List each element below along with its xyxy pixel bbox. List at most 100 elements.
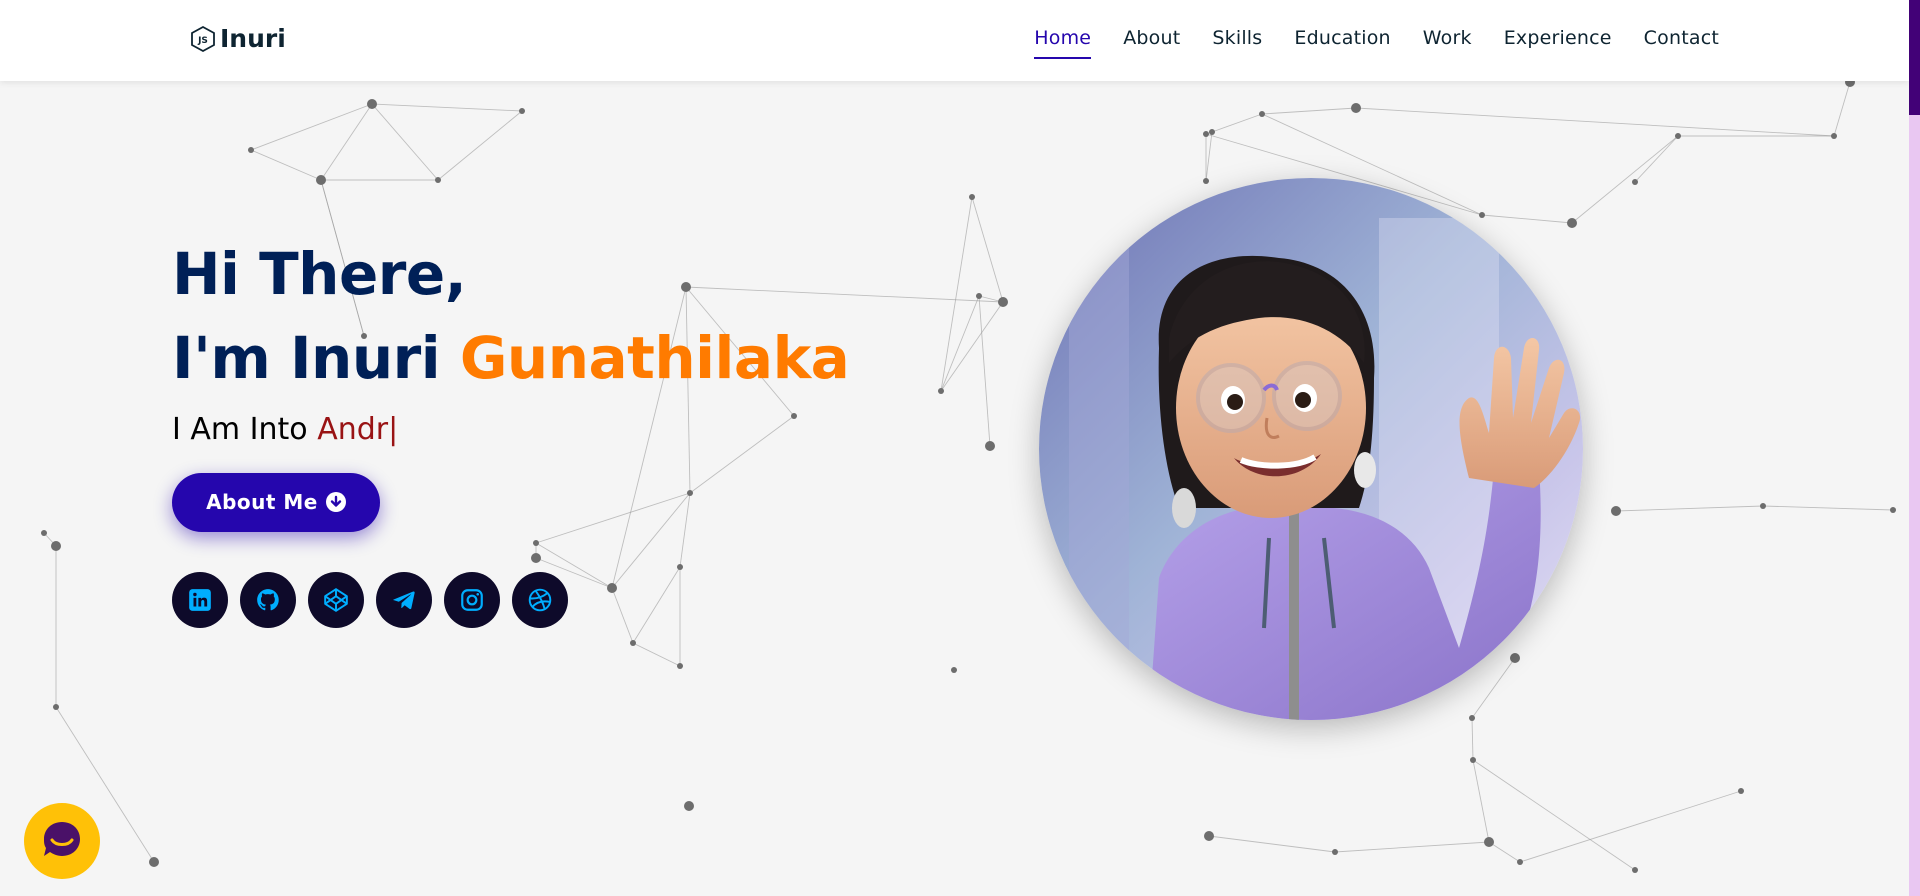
network-node [1209, 129, 1215, 135]
network-link [437, 110, 523, 181]
nav-about[interactable]: About [1123, 27, 1180, 57]
brand-name: Inuri [220, 24, 286, 53]
about-me-button[interactable]: About Me [172, 472, 380, 532]
nav-skills[interactable]: Skills [1212, 27, 1262, 57]
network-link [1615, 505, 1764, 512]
profile-avatar [1039, 178, 1583, 720]
network-link [632, 642, 681, 667]
about-me-label: About Me [206, 490, 318, 515]
network-node [1517, 859, 1523, 865]
network-node [1351, 103, 1361, 113]
network-link [1334, 841, 1490, 853]
network-link [1261, 107, 1357, 115]
network-link [940, 196, 973, 392]
network-link [1471, 657, 1516, 719]
network-node [1332, 849, 1338, 855]
network-node [998, 297, 1008, 307]
network-link [971, 196, 1004, 303]
nodejs-hex-icon: JS [191, 25, 215, 52]
network-node [630, 640, 636, 646]
network-node [1675, 133, 1681, 139]
telegram-icon [393, 591, 415, 609]
network-node [976, 293, 982, 299]
github-link[interactable] [240, 571, 296, 628]
network-link [371, 103, 523, 112]
network-node [1510, 653, 1520, 663]
network-node [1760, 503, 1766, 509]
nav-menu: Home About Skills Education Work Experie… [1034, 27, 1719, 59]
dribbble-link[interactable] [512, 571, 568, 628]
hero-section: Hi There, I'm Inuri Gunathilaka I Am Int… [172, 240, 850, 628]
nav-contact[interactable]: Contact [1644, 27, 1719, 57]
network-node [1738, 788, 1744, 794]
hero-name: I'm Inuri Gunathilaka [172, 323, 850, 392]
network-link [1634, 135, 1679, 183]
network-node [316, 175, 326, 185]
network-node [41, 530, 47, 536]
network-node [435, 177, 441, 183]
network-node [519, 108, 525, 114]
telegram-link[interactable] [376, 571, 432, 628]
codepen-link[interactable] [308, 571, 364, 628]
network-node [951, 667, 957, 673]
network-node [1203, 131, 1209, 137]
linkedin-icon [189, 588, 211, 611]
dribbble-icon [528, 588, 552, 611]
instagram-link[interactable] [444, 571, 500, 628]
arrow-circle-down-icon [325, 492, 346, 513]
network-node [149, 857, 159, 867]
network-node [938, 388, 944, 394]
network-link [1471, 717, 1474, 761]
hero-intro: I'm Inuri [172, 323, 441, 392]
typing-text: I Am Into Andr| [172, 412, 849, 447]
nav-experience[interactable]: Experience [1504, 27, 1612, 57]
nav-education[interactable]: Education [1294, 27, 1390, 57]
network-link [1355, 107, 1835, 137]
hero-greeting: Hi There, [172, 240, 467, 308]
page-scrollbar[interactable] [1909, 0, 1920, 896]
chat-bubble-icon [44, 822, 80, 856]
network-link [1472, 759, 1636, 871]
typing-prefix: I Am Into [172, 411, 308, 447]
chat-widget-button[interactable] [24, 803, 100, 879]
brand-logo[interactable]: JS Inuri [190, 24, 286, 53]
github-icon [257, 588, 279, 610]
scrollbar-thumb[interactable] [1909, 0, 1920, 115]
network-node [1470, 757, 1476, 763]
network-link [250, 103, 373, 151]
network-link [1571, 135, 1679, 224]
nav-work[interactable]: Work [1423, 27, 1472, 57]
network-link [1833, 81, 1851, 137]
linkedin-link[interactable] [172, 571, 228, 628]
network-link [1481, 214, 1573, 224]
network-node [1632, 867, 1638, 873]
network-node [1484, 837, 1494, 847]
social-links [172, 571, 849, 628]
memoji-avatar-waving [1039, 178, 1583, 720]
network-link [1205, 131, 1213, 182]
network-node [969, 194, 975, 200]
network-node [51, 541, 61, 551]
network-link [940, 295, 980, 392]
hero-surname: Gunathilaka [459, 323, 850, 392]
svg-text:JS: JS [197, 36, 208, 46]
nav-home[interactable]: Home [1034, 27, 1092, 59]
network-link [978, 295, 991, 447]
typing-cursor: | [388, 411, 399, 447]
navbar: JS Inuri Home About Skills Education Wor… [0, 0, 1909, 81]
network-link [371, 103, 439, 181]
instagram-icon [461, 588, 483, 611]
network-node [1567, 218, 1577, 228]
network-node [367, 99, 377, 109]
network-link [940, 301, 1004, 392]
network-node [1831, 133, 1837, 139]
network-link [1488, 841, 1521, 863]
network-node [1632, 179, 1638, 185]
network-link [1519, 790, 1742, 863]
network-node [1890, 507, 1896, 513]
network-node [985, 441, 995, 451]
network-node [1611, 506, 1621, 516]
network-node [684, 801, 694, 811]
network-link [1208, 835, 1336, 853]
network-link [1472, 759, 1490, 843]
